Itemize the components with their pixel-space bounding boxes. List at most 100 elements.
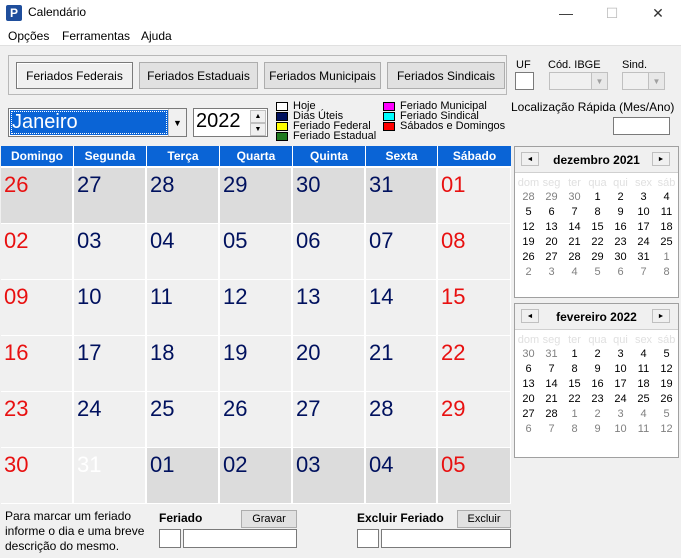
mini-day[interactable]: 10 <box>609 363 632 375</box>
day-cell[interactable]: 30 <box>293 168 365 224</box>
mini-day[interactable]: 15 <box>563 378 586 390</box>
day-cell[interactable]: 18 <box>147 336 219 392</box>
mini-day[interactable]: 21 <box>540 393 563 405</box>
tab-feriados-municipais[interactable]: Feriados Municipais <box>264 62 381 89</box>
day-cell[interactable]: 01 <box>147 448 219 504</box>
mini-day[interactable]: 25 <box>632 393 655 405</box>
next-month-icon[interactable]: ► <box>652 309 670 323</box>
day-cell[interactable]: 04 <box>366 448 437 504</box>
excluir-button[interactable]: Excluir <box>457 510 511 528</box>
day-cell[interactable]: 27 <box>293 392 365 448</box>
tab-feriados-federais[interactable]: Feriados Federais <box>16 62 133 89</box>
quick-locate-input[interactable] <box>613 117 670 135</box>
maximize-button[interactable]: ☐ <box>589 0 635 26</box>
mini-day[interactable]: 6 <box>540 206 563 218</box>
ibge-field[interactable]: ▼ <box>549 72 608 90</box>
day-cell[interactable]: 25 <box>147 392 219 448</box>
day-cell[interactable]: 05 <box>220 224 292 280</box>
day-cell[interactable]: 26 <box>220 392 292 448</box>
mini-day[interactable]: 12 <box>655 363 678 375</box>
menu-ajuda[interactable]: Ajuda <box>141 29 172 43</box>
mini-day[interactable]: 23 <box>586 393 609 405</box>
mini-day[interactable]: 27 <box>540 251 563 263</box>
mini-day[interactable]: 2 <box>586 348 609 360</box>
mini-day[interactable]: 3 <box>609 348 632 360</box>
day-cell[interactable]: 29 <box>438 392 511 448</box>
mini-day[interactable]: 13 <box>540 221 563 233</box>
day-cell[interactable]: 15 <box>438 280 511 336</box>
menu-ferramentas[interactable]: Ferramentas <box>62 29 130 43</box>
day-cell[interactable]: 20 <box>293 336 365 392</box>
mini-day[interactable]: 13 <box>517 378 540 390</box>
ibge-dropdown-icon[interactable]: ▼ <box>591 73 607 89</box>
mini-day[interactable]: 3 <box>609 408 632 420</box>
mini-day[interactable]: 24 <box>632 236 655 248</box>
mini-day[interactable]: 2 <box>517 266 540 278</box>
mini-day[interactable]: 30 <box>517 348 540 360</box>
mini-day[interactable]: 14 <box>540 378 563 390</box>
mini-day[interactable]: 26 <box>517 251 540 263</box>
mini-day[interactable]: 21 <box>563 236 586 248</box>
next-month-icon[interactable]: ► <box>652 152 670 166</box>
mini-day[interactable]: 6 <box>517 423 540 435</box>
mini-day[interactable]: 19 <box>517 236 540 248</box>
mini-day[interactable]: 11 <box>655 206 678 218</box>
mini-day[interactable]: 5 <box>517 206 540 218</box>
day-cell[interactable]: 22 <box>438 336 511 392</box>
year-up-icon[interactable]: ▲ <box>250 110 266 123</box>
day-cell[interactable]: 27 <box>74 168 146 224</box>
day-cell[interactable]: 03 <box>74 224 146 280</box>
mini-day[interactable]: 1 <box>655 251 678 263</box>
mini-day[interactable]: 4 <box>632 408 655 420</box>
sind-field[interactable]: ▼ <box>622 72 665 90</box>
mini-day[interactable]: 16 <box>586 378 609 390</box>
mini-day[interactable]: 14 <box>563 221 586 233</box>
mini-day[interactable]: 1 <box>586 191 609 203</box>
mini-day[interactable]: 30 <box>563 191 586 203</box>
day-cell[interactable]: 23 <box>1 392 73 448</box>
mini-day[interactable]: 25 <box>655 236 678 248</box>
minimize-button[interactable]: — <box>543 0 589 26</box>
mini-day[interactable]: 12 <box>517 221 540 233</box>
day-cell[interactable]: 09 <box>1 280 73 336</box>
mini-day[interactable]: 17 <box>632 221 655 233</box>
mini-day[interactable]: 28 <box>563 251 586 263</box>
mini-day[interactable]: 9 <box>586 363 609 375</box>
mini-day[interactable]: 7 <box>632 266 655 278</box>
day-cell[interactable]: 14 <box>366 280 437 336</box>
mini-day[interactable]: 15 <box>586 221 609 233</box>
mini-day[interactable]: 2 <box>586 408 609 420</box>
mini-day[interactable]: 26 <box>655 393 678 405</box>
day-cell[interactable]: 31 <box>74 448 146 504</box>
mini-day[interactable]: 4 <box>632 348 655 360</box>
mini-day[interactable]: 5 <box>655 408 678 420</box>
mini-day[interactable]: 3 <box>632 191 655 203</box>
mini-day[interactable]: 16 <box>609 221 632 233</box>
year-down-icon[interactable]: ▼ <box>250 123 266 136</box>
day-cell[interactable]: 07 <box>366 224 437 280</box>
mini-day[interactable]: 29 <box>586 251 609 263</box>
mini-day[interactable]: 5 <box>586 266 609 278</box>
mini-day[interactable]: 19 <box>655 378 678 390</box>
feriado-description-input[interactable] <box>183 529 297 548</box>
mini-day[interactable]: 31 <box>632 251 655 263</box>
mini-day[interactable]: 7 <box>563 206 586 218</box>
mini-day[interactable]: 10 <box>632 206 655 218</box>
tab-feriados-estaduais[interactable]: Feriados Estaduais <box>139 62 258 89</box>
mini-day[interactable]: 22 <box>586 236 609 248</box>
mini-day[interactable]: 3 <box>540 266 563 278</box>
day-cell[interactable]: 28 <box>366 392 437 448</box>
mini-day[interactable]: 24 <box>609 393 632 405</box>
day-cell[interactable]: 13 <box>293 280 365 336</box>
mini-day[interactable]: 8 <box>655 266 678 278</box>
mini-day[interactable]: 18 <box>632 378 655 390</box>
mini-day[interactable]: 22 <box>563 393 586 405</box>
mini-day[interactable]: 1 <box>563 408 586 420</box>
mini-day[interactable]: 2 <box>609 191 632 203</box>
mini-day[interactable]: 28 <box>517 191 540 203</box>
day-cell[interactable]: 28 <box>147 168 219 224</box>
day-cell[interactable]: 08 <box>438 224 511 280</box>
mini-day[interactable]: 7 <box>540 363 563 375</box>
day-cell[interactable]: 11 <box>147 280 219 336</box>
year-stepper[interactable]: 2022 ▲ ▼ <box>193 108 268 137</box>
